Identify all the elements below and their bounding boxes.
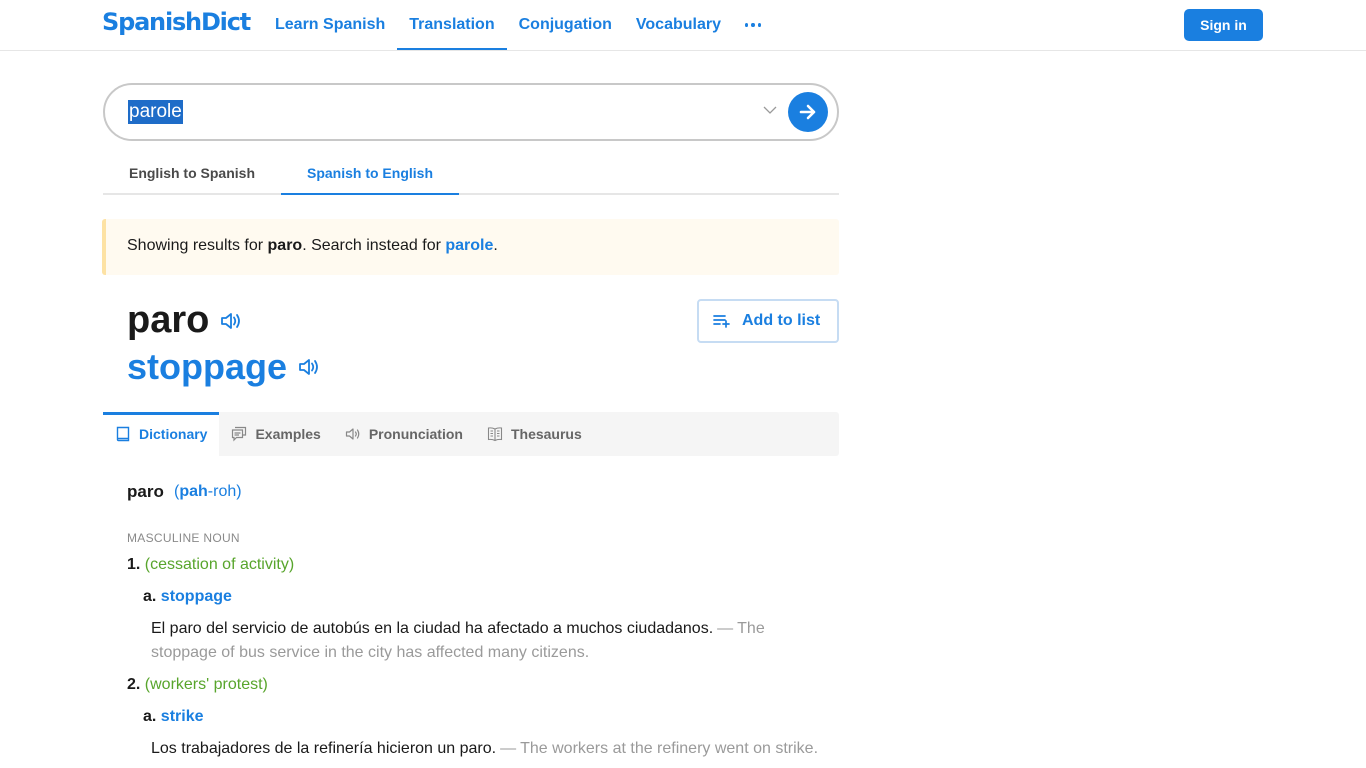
- sense-context: (cessation of activity): [144, 556, 295, 573]
- search-instead-link[interactable]: parole: [445, 237, 493, 254]
- notice-prefix: Showing results for: [127, 237, 268, 254]
- tab-examples[interactable]: Examples: [219, 412, 332, 456]
- translation-link[interactable]: strike: [161, 708, 204, 725]
- search-submit-button[interactable]: [788, 92, 828, 132]
- example-sentence: El paro del servicio de autobús en la ci…: [151, 620, 765, 661]
- search-box: parole: [103, 83, 839, 141]
- open-book-icon: [487, 427, 503, 442]
- add-to-list-button[interactable]: Add to list: [697, 299, 839, 343]
- tab-dictionary-label: Dictionary: [139, 426, 208, 442]
- example-spanish: El paro del servicio de autobús en la ci…: [151, 620, 714, 637]
- nav-conjugation[interactable]: Conjugation: [507, 0, 624, 50]
- tab-spanish-to-english[interactable]: Spanish to English: [281, 154, 459, 195]
- sense-2a: a. strike: [143, 708, 204, 726]
- tab-pronunciation-label: Pronunciation: [368, 426, 463, 442]
- pron-stressed: pah: [179, 483, 208, 500]
- tab-dictionary[interactable]: Dictionary: [103, 412, 220, 456]
- main-nav: Learn Spanish Translation Conjugation Vo…: [263, 0, 773, 50]
- headword-text: paro: [127, 299, 210, 341]
- headword-translation: stoppage: [127, 346, 321, 388]
- entry-word: paro: [127, 482, 164, 501]
- example-spanish: Los trabajadores de la refinería hiciero…: [151, 740, 497, 757]
- tab-thesaurus[interactable]: Thesaurus: [475, 412, 594, 456]
- speaker-icon[interactable]: [219, 309, 243, 333]
- translation-text[interactable]: stoppage: [127, 346, 287, 388]
- speaker-icon: [345, 428, 360, 440]
- notice-result-word: paro: [267, 237, 303, 254]
- translation-link[interactable]: stoppage: [161, 588, 232, 605]
- sub-letter: a.: [143, 708, 157, 725]
- tab-english-to-spanish[interactable]: English to Spanish: [103, 154, 281, 193]
- example-english: The workers at the refinery went on stri…: [520, 740, 819, 757]
- ellipsis-icon: [745, 23, 749, 27]
- sub-letter: a.: [143, 588, 157, 605]
- headword: paro: [127, 299, 243, 342]
- part-of-speech[interactable]: MASCULINE NOUN: [127, 531, 240, 545]
- notice-middle: . Search instead for: [302, 237, 446, 254]
- chevron-down-icon[interactable]: [762, 102, 778, 118]
- sense-2: 2. (workers' protest): [127, 676, 268, 694]
- sense-context: (workers' protest): [144, 676, 268, 693]
- sense-1: 1. (cessation of activity): [127, 556, 294, 574]
- site-header: SpanishDict Learn Spanish Translation Co…: [0, 0, 1366, 51]
- book-icon: [116, 426, 130, 442]
- arrow-right-icon: [799, 104, 816, 120]
- nav-learn-spanish[interactable]: Learn Spanish: [263, 0, 397, 50]
- add-to-list-label: Add to list: [742, 312, 821, 329]
- add-list-icon: [713, 315, 730, 328]
- sense-1a: a. stoppage: [143, 588, 232, 606]
- speaker-icon[interactable]: [297, 355, 321, 379]
- tab-thesaurus-label: Thesaurus: [510, 426, 582, 442]
- nav-vocabulary[interactable]: Vocabulary: [624, 0, 733, 50]
- speech-bubbles-icon: [232, 426, 247, 442]
- section-tabs: Dictionary Examples Pronunciation Thesau…: [103, 412, 839, 456]
- spanishdict-logo[interactable]: SpanishDict: [102, 8, 251, 36]
- notice-suffix: .: [493, 237, 498, 254]
- more-menu-button[interactable]: [733, 0, 773, 50]
- example-sentence: Los trabajadores de la refinería hiciero…: [151, 740, 819, 757]
- translation-direction-tabs: English to Spanish Spanish to English: [103, 154, 839, 195]
- tab-examples-label: Examples: [255, 426, 321, 442]
- search-input[interactable]: parole: [128, 100, 183, 124]
- sense-number: 2.: [127, 676, 141, 693]
- pronunciation: (pah-roh): [174, 483, 242, 500]
- sign-in-button[interactable]: Sign in: [1184, 9, 1263, 41]
- spelling-notice: Showing results for paro. Search instead…: [102, 219, 839, 275]
- nav-translation[interactable]: Translation: [397, 0, 507, 50]
- tab-pronunciation[interactable]: Pronunciation: [333, 412, 475, 456]
- sense-number: 1.: [127, 556, 141, 573]
